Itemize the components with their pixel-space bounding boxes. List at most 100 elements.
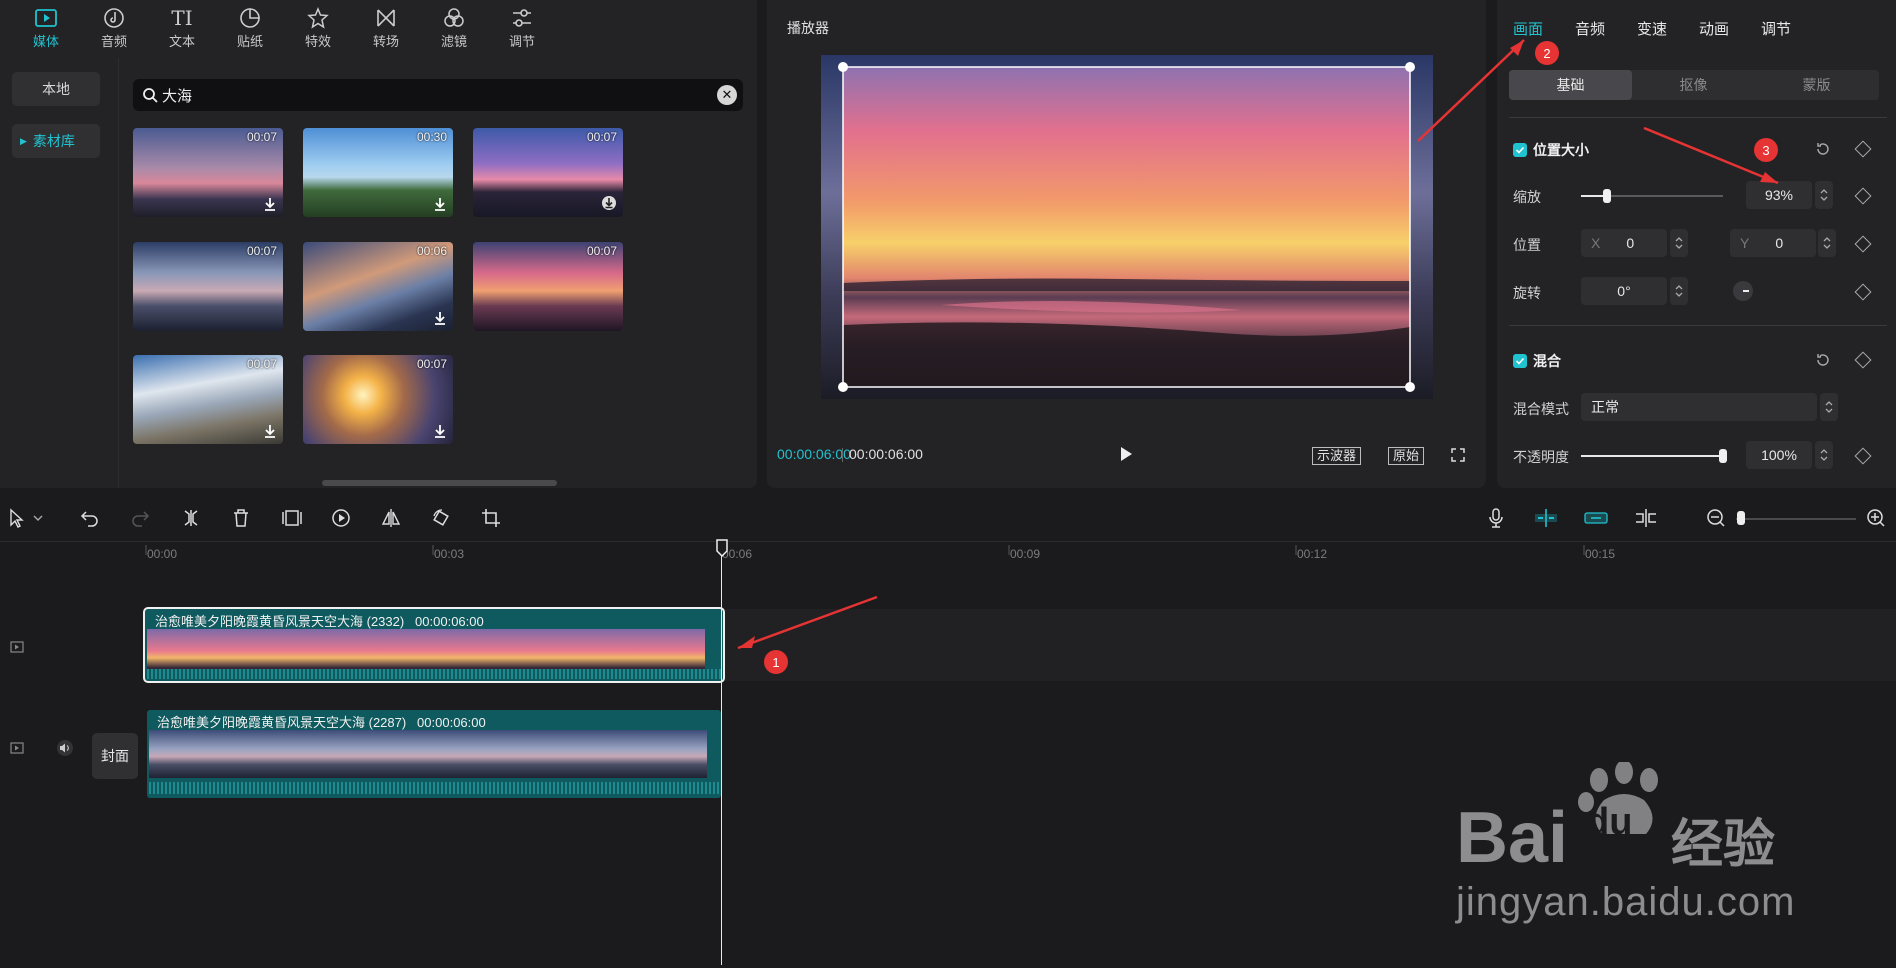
y-stepper[interactable] xyxy=(1818,229,1836,257)
clip-frame xyxy=(397,730,459,778)
playhead[interactable] xyxy=(721,541,722,965)
zoom-slider-knob[interactable] xyxy=(1737,511,1745,525)
download-icon[interactable] xyxy=(433,311,447,325)
search-box[interactable]: 大海 ✕ xyxy=(133,79,743,111)
download-icon[interactable] xyxy=(263,197,277,211)
tab-adjust[interactable]: 调节 xyxy=(488,0,556,58)
media-thumbnail[interactable]: 00:07 xyxy=(133,128,283,217)
tab-sticker[interactable]: 贴纸 xyxy=(216,0,284,58)
subtab-basic[interactable]: 基础 xyxy=(1509,70,1632,100)
preview-axis-icon[interactable] xyxy=(1634,508,1658,528)
position-size-header[interactable]: 位置大小 xyxy=(1513,140,1589,160)
keyframe-icon[interactable] xyxy=(1854,283,1872,301)
tab-audio[interactable]: 音频 xyxy=(80,0,148,58)
media-thumbnail[interactable]: 00:07 xyxy=(473,128,623,217)
tab-prop-adjust[interactable]: 调节 xyxy=(1761,18,1791,39)
media-thumbnail[interactable]: 00:07 xyxy=(303,355,453,444)
rotate-stepper[interactable] xyxy=(1670,277,1688,305)
opacity-input[interactable]: 100% xyxy=(1746,441,1812,469)
checkbox-icon[interactable] xyxy=(1513,354,1527,368)
clip-frame xyxy=(583,730,645,778)
media-thumbnail[interactable]: 00:07 xyxy=(133,242,283,331)
panel-scrollbar[interactable] xyxy=(322,480,557,486)
redo-icon[interactable] xyxy=(130,508,150,528)
keyframe-icon[interactable] xyxy=(1854,140,1872,158)
tab-text[interactable]: TI 文本 xyxy=(148,0,216,58)
keyframe-icon[interactable] xyxy=(1854,187,1872,205)
sidebar-item-local[interactable]: 本地 xyxy=(12,72,100,106)
reset-icon[interactable] xyxy=(1815,352,1831,368)
position-y-input[interactable]: Y 0 xyxy=(1730,229,1816,257)
tab-filter[interactable]: 滤镜 xyxy=(420,0,488,58)
blend-mode-select[interactable]: 正常 xyxy=(1581,393,1817,421)
blend-mode-stepper[interactable] xyxy=(1820,393,1838,421)
freeze-icon[interactable] xyxy=(281,508,303,528)
media-thumbnail[interactable]: 00:30 xyxy=(303,128,453,217)
split-icon[interactable] xyxy=(181,508,201,528)
tab-speed[interactable]: 变速 xyxy=(1637,18,1667,39)
sidebar-item-library[interactable]: ▶ 素材库 xyxy=(12,124,100,158)
download-icon[interactable] xyxy=(433,424,447,438)
original-ratio-button[interactable]: 原始 xyxy=(1388,447,1425,465)
reverse-icon[interactable] xyxy=(331,508,351,528)
total-time: 00:00:06:00 xyxy=(849,446,923,462)
tab-media[interactable]: 媒体 xyxy=(12,0,80,58)
x-stepper[interactable] xyxy=(1670,229,1688,257)
keyframe-icon[interactable] xyxy=(1854,235,1872,253)
scale-input[interactable]: 93% xyxy=(1746,181,1812,209)
download-icon[interactable] xyxy=(433,197,447,211)
position-x-input[interactable]: X 0 xyxy=(1581,229,1667,257)
tab-prop-audio[interactable]: 音频 xyxy=(1575,18,1605,39)
tab-canvas[interactable]: 画面 xyxy=(1513,18,1543,39)
subtab-cutout[interactable]: 抠像 xyxy=(1632,70,1755,100)
tab-animation[interactable]: 动画 xyxy=(1699,18,1729,39)
video-clip[interactable]: 治愈唯美夕阳晚霞黄昏风景天空大海 (2287) 00:00:06:00 xyxy=(147,710,721,798)
download-icon[interactable] xyxy=(263,424,277,438)
tab-transition[interactable]: 转场 xyxy=(352,0,420,58)
zoom-in-icon[interactable] xyxy=(1866,508,1886,528)
subtab-mask[interactable]: 蒙版 xyxy=(1755,70,1878,100)
rotate-input[interactable]: 0° xyxy=(1581,277,1667,305)
zoom-out-icon[interactable] xyxy=(1706,508,1726,528)
mirror-icon[interactable] xyxy=(381,508,401,528)
media-thumbnail[interactable]: 00:07 xyxy=(133,355,283,444)
crop-icon[interactable] xyxy=(481,508,501,528)
zoom-slider[interactable] xyxy=(1736,518,1856,520)
play-button[interactable] xyxy=(1119,446,1133,462)
checkbox-icon[interactable] xyxy=(1513,143,1527,157)
auto-snap-icon[interactable] xyxy=(1534,508,1558,528)
download-icon[interactable] xyxy=(601,195,617,211)
scale-stepper[interactable] xyxy=(1815,181,1833,209)
opacity-slider-knob[interactable] xyxy=(1719,449,1727,463)
cover-button[interactable]: 封面 xyxy=(92,733,138,779)
blend-header[interactable]: 混合 xyxy=(1513,351,1561,371)
clip-frame xyxy=(459,730,521,778)
opacity-stepper[interactable] xyxy=(1815,441,1833,469)
rotation-dial[interactable] xyxy=(1732,280,1754,302)
select-tool-icon[interactable] xyxy=(8,508,44,528)
search-input[interactable]: 大海 xyxy=(162,85,192,106)
keyframe-icon[interactable] xyxy=(1854,447,1872,465)
tab-effects[interactable]: 特效 xyxy=(284,0,352,58)
media-thumbnail[interactable]: 00:06 xyxy=(303,242,453,331)
speaker-icon[interactable] xyxy=(56,740,74,756)
thumbnail-duration: 00:07 xyxy=(246,130,277,144)
video-preview[interactable] xyxy=(821,55,1433,399)
scope-button[interactable]: 示波器 xyxy=(1312,447,1362,465)
playhead-handle[interactable] xyxy=(715,539,729,557)
clear-search-button[interactable]: ✕ xyxy=(717,85,737,105)
undo-icon[interactable] xyxy=(80,508,100,528)
microphone-icon[interactable] xyxy=(1486,508,1506,528)
time-ruler[interactable]: 00:00 00:03 00:06 00:09 00:12 00:15 xyxy=(0,541,1896,569)
keyframe-icon[interactable] xyxy=(1854,351,1872,369)
player-panel: 播放器 00:00:06:00 00:00:06:00 示波器 原始 xyxy=(767,0,1486,488)
thumbnail-duration: 00:06 xyxy=(416,244,447,258)
reset-icon[interactable] xyxy=(1815,141,1831,157)
video-clip[interactable]: 治愈唯美夕阳晚霞黄昏风景天空大海 (2332) 00:00:06:00 xyxy=(143,607,725,683)
link-icon[interactable] xyxy=(1584,508,1608,528)
fullscreen-icon[interactable] xyxy=(1451,448,1465,462)
delete-icon[interactable] xyxy=(231,508,251,528)
rotate-icon[interactable] xyxy=(431,508,451,528)
scale-slider-knob[interactable] xyxy=(1603,189,1611,203)
media-thumbnail[interactable]: 00:07 xyxy=(473,242,623,331)
